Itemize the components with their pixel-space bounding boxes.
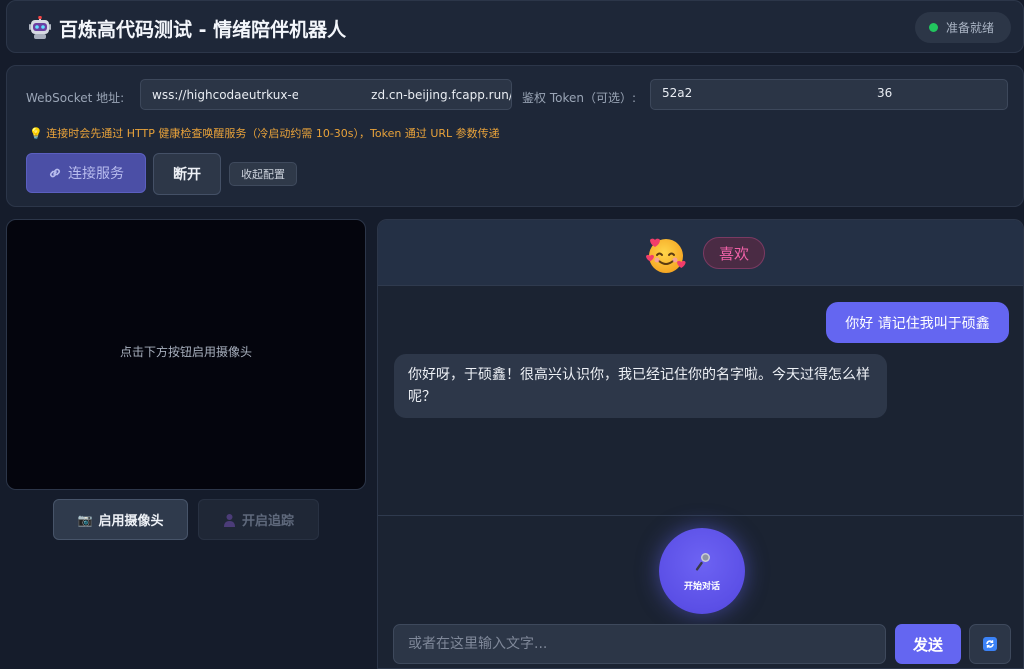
token-label: 鉴权 Token（可选）: [522, 91, 637, 105]
disconnect-button-label: 断开 [173, 167, 201, 183]
camera-placeholder: 点击下方按钮启用摄像头 [119, 345, 252, 359]
token-value-start: 52a2 [662, 86, 693, 100]
connect-button-label: 连接服务 [68, 166, 124, 182]
lightbulb-icon: 💡 [29, 127, 43, 140]
emotion-badge: 喜欢 [703, 237, 765, 269]
page-title: 百炼高代码测试 - 情绪陪伴机器人 [59, 19, 347, 41]
smiling-hearts-emoji [646, 238, 686, 273]
hint-text: 连接时会先通过 HTTP 健康检查唤醒服务（冷启动约需 10-30s），Toke… [46, 127, 500, 140]
app-header: 百炼高代码测试 - 情绪陪伴机器人 准备就绪 [6, 0, 1024, 53]
start-conversation-label: 开始对话 [683, 581, 720, 592]
enable-camera-button[interactable]: 📷 启用摄像头 [53, 499, 188, 540]
status-text: 准备就绪 [946, 21, 995, 35]
send-button[interactable]: 发送 [895, 624, 961, 664]
microphone-icon [695, 552, 710, 571]
token-value-end: 36 [877, 86, 893, 100]
collapse-config-label: 收起配置 [241, 168, 285, 181]
link-icon [50, 168, 60, 178]
enable-camera-label: 启用摄像头 [98, 514, 164, 529]
start-conversation-button[interactable]: 开始对话 [659, 528, 745, 614]
disconnect-button[interactable]: 断开 [153, 153, 221, 195]
message-input[interactable] [393, 624, 886, 664]
websocket-url-input[interactable]: wss://highcodaeutrkux-e zd.cn-beijing.fc… [140, 79, 512, 110]
user-message-bubble: 你好 请记住我叫于硕鑫 [826, 302, 1009, 343]
redaction-mask [298, 82, 346, 107]
bot-message-bubble: 你好呀，于硕鑫！很高兴认识你，我已经记住你的名字啦。今天过得怎么样呢？ [394, 354, 887, 418]
camera-icon: 📷 [77, 512, 93, 527]
emotion-bar: 喜欢 [378, 220, 1023, 286]
connection-config-panel: WebSocket 地址: wss://highcodaeutrkux-e zd… [6, 65, 1024, 207]
refresh-icon [983, 637, 997, 651]
chat-panel: 喜欢 你好 请记住我叫于硕鑫 你好呀，于硕鑫！很高兴认识你，我已经记住你的名字啦… [377, 219, 1024, 669]
connection-hint: 💡 连接时会先通过 HTTP 健康检查唤醒服务（冷启动约需 10-30s），To… [29, 125, 500, 141]
person-icon [223, 513, 235, 527]
start-tracking-label: 开启追踪 [241, 514, 294, 529]
refresh-button[interactable] [969, 624, 1011, 664]
collapse-config-button[interactable]: 收起配置 [229, 162, 297, 186]
send-button-label: 发送 [912, 635, 943, 654]
camera-view: 点击下方按钮启用摄像头 [6, 219, 366, 490]
robot-icon [29, 16, 51, 39]
status-dot [929, 23, 938, 32]
token-input[interactable]: 52a2 36 [650, 79, 1008, 110]
divider [378, 515, 1023, 516]
status-badge: 准备就绪 [915, 12, 1011, 43]
connect-button[interactable]: 连接服务 [26, 153, 146, 193]
websocket-label: WebSocket 地址: [26, 91, 125, 105]
start-tracking-button[interactable]: 开启追踪 [198, 499, 319, 540]
